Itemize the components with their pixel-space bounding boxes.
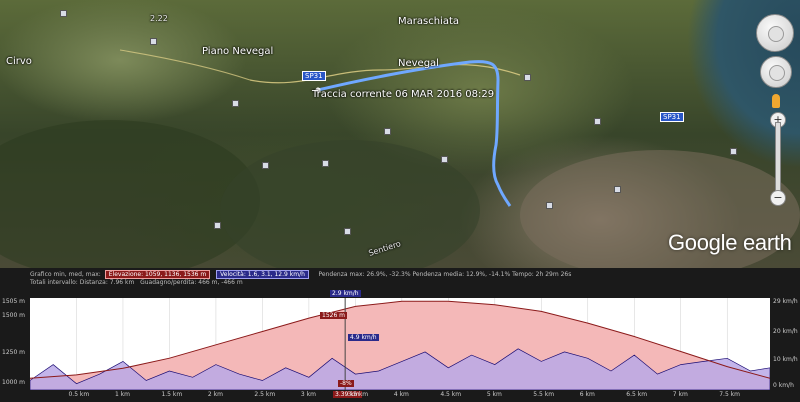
y-left-label: 1500 m [2, 312, 26, 319]
y-right-label: 20 km/h [773, 328, 798, 335]
total-time: Tempo: 2h 29m 26s [512, 271, 572, 278]
x-tick-label: 2 km [207, 391, 223, 398]
y-right-label: 10 km/h [773, 356, 798, 363]
x-tick-label: 6.5 km [626, 391, 648, 398]
elevation-tag[interactable]: Elevazione: 1059, 1136, 1536 m [104, 270, 211, 279]
track-label[interactable]: Traccia corrente 06 MAR 2016 08:29 [312, 89, 494, 100]
x-tick-label: 1.5 km [161, 391, 183, 398]
zoom-slider[interactable] [775, 122, 781, 194]
map-pin[interactable] [441, 156, 448, 163]
elevation-profile-chart[interactable] [30, 298, 770, 390]
x-tick-label: 3.5 km [347, 391, 369, 398]
slope-max: Pendenza max: 26.9%, -32.3% [318, 271, 411, 278]
cursor-elevation-label: 1526 m [320, 312, 348, 319]
x-tick-label: 6 km [579, 391, 595, 398]
stats-row-graph: Grafico min, med, max: Elevazione: 1059,… [30, 270, 571, 279]
move-joystick-icon[interactable] [760, 56, 792, 88]
y-left-label: 1505 m [2, 298, 26, 305]
x-tick-label: 3 km [300, 391, 316, 398]
map-pin[interactable] [150, 38, 157, 45]
map-pin[interactable] [214, 222, 221, 229]
map-pin[interactable] [344, 228, 351, 235]
map-pin[interactable] [322, 160, 329, 167]
x-tick-label: 4 km [393, 391, 409, 398]
elevation-marker-label: 2.22 [150, 14, 168, 23]
road-line [249, 64, 521, 84]
totals-label: Totali intervallo: [30, 279, 78, 286]
graph-label: Grafico min, med, max: [30, 271, 101, 278]
x-tick-label: 7.5 km [719, 391, 741, 398]
x-tick-label: 2.5 km [254, 391, 276, 398]
place-label-nevegal[interactable]: Nevegal [398, 58, 439, 69]
move-joystick-center[interactable] [769, 65, 785, 81]
map-pin[interactable] [262, 162, 269, 169]
map-pin[interactable] [384, 128, 391, 135]
map-overlay-svg [119, 49, 521, 207]
cursor-top-label: 2.9 km/h [330, 290, 361, 297]
cursor-slope-label: -8% [338, 380, 354, 387]
pegman-icon[interactable] [772, 94, 780, 108]
x-tick-label: 5.5 km [533, 391, 555, 398]
x-tick-label: 7 km [672, 391, 688, 398]
google-earth-logo: Google earth [668, 230, 792, 255]
map-pin[interactable] [232, 100, 239, 107]
look-joystick-center[interactable] [768, 26, 784, 42]
x-tick-label: 4.5 km [440, 391, 462, 398]
x-tick-label: 1 km [114, 391, 130, 398]
x-tick-label: 0.5 km [68, 391, 90, 398]
look-joystick-icon[interactable] [756, 14, 794, 52]
zoom-out-button[interactable]: − [770, 190, 786, 206]
map-pin[interactable] [524, 74, 531, 81]
stats-row-totals: Totali intervallo: Distanza: 7.96 km Gua… [30, 279, 243, 286]
speed-tag[interactable]: Velocità: 1.6, 3.1, 12.9 km/h [216, 270, 309, 279]
gps-track-line [317, 60, 512, 207]
y-right-label: 0 km/h [773, 382, 794, 389]
x-tick-label: 5 km [486, 391, 502, 398]
total-distance: Distanza: 7.96 km [79, 279, 135, 286]
y-left-label: 1250 m [2, 349, 26, 356]
map-pin[interactable] [594, 118, 601, 125]
place-label-cirvo[interactable]: Cirvo [6, 56, 32, 67]
y-left-label: 1000 m [2, 379, 26, 386]
road-sign: SP31 [660, 112, 684, 122]
map-pin[interactable] [546, 202, 553, 209]
slope-avg: Pendenza media: 12.9%, -14.1% [412, 271, 511, 278]
map-pin[interactable] [614, 186, 621, 193]
place-label-maraschiata[interactable]: Maraschiata [398, 16, 459, 27]
y-right-label: 29 km/h [773, 298, 798, 305]
place-label-piano-nevegal[interactable]: Piano Nevegal [202, 46, 273, 57]
total-gain: Guadagno/perdita: 466 m, -466 m [140, 279, 243, 286]
map-pin[interactable] [730, 148, 737, 155]
map-pin[interactable] [60, 10, 67, 17]
earth-map-view[interactable]: Maraschiata Piano Nevegal Nevegal Cirvo … [0, 0, 800, 268]
cursor-speed-label: 4.9 km/h [348, 334, 379, 341]
road-sign: SP31 [302, 71, 326, 81]
